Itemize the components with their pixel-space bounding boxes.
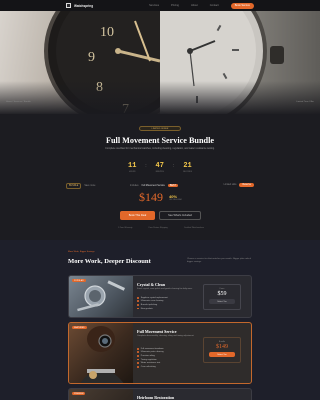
svg-text:10: 10 (100, 25, 114, 40)
countdown-hours-label: HOURS (128, 171, 136, 173)
nav-link-services[interactable]: Services (149, 4, 159, 7)
countdown-minutes-value: 47 (155, 162, 164, 170)
offer-subtitle: Complete overhaul for mechanical watches… (105, 147, 215, 150)
countdown-separator: : (172, 163, 175, 169)
bullet-icon (137, 362, 139, 365)
tier-price: $59 (217, 291, 227, 297)
offer-title: Full Movement Service Bundle (105, 136, 215, 145)
bullet-icon (137, 347, 139, 350)
countdown-timer: 11 HOURS : 47 MINUTES : 21 SECONDS (128, 162, 192, 173)
list-item: New gaskets (137, 307, 168, 311)
trust-item-warranty: 1-Year Warranty (118, 227, 133, 229)
tier-title: Crystal & Clean (137, 282, 165, 287)
countdown-minutes: 47 MINUTES (156, 162, 164, 173)
bullet-icon (137, 296, 139, 299)
tier-badge: PREMIUM (72, 392, 86, 395)
hero-fade-overlay (0, 81, 320, 114)
countdown-hours: 11 HOURS (128, 162, 136, 173)
tiers-section: More Work, Bigger Savings More Work, Dee… (0, 240, 320, 400)
tier-badge: FEATURED (72, 326, 87, 329)
tier-description: Fresh crystal, case polish and gentle cl… (137, 288, 193, 290)
countdown-separator: : (145, 163, 147, 169)
countdown-hours-value: 11 (128, 162, 137, 170)
logo-icon (66, 3, 71, 8)
offer-buttons: Book This Deal See What's Included (120, 211, 201, 220)
tier-features: Sapphire crystal replacement Ultrasonic … (137, 296, 168, 310)
section-description: Choose a service tier that matches your … (187, 258, 251, 263)
tier-price-label: Bundle (218, 341, 226, 343)
watchmaker-illustration (80, 326, 124, 383)
meta-center: Includes Full Movement Service BEST (130, 184, 178, 187)
tier-image-watchmaker (69, 323, 133, 383)
limited-offer-pill: LIMITED OFFER (139, 126, 181, 131)
tools-illustration (77, 280, 126, 312)
offer-section: LIMITED OFFER Full Movement Service Bund… (0, 114, 320, 240)
book-service-button[interactable]: Book Service (230, 2, 254, 9)
tier-features: Full movement teardown Ultrasonic parts … (137, 347, 164, 369)
bullet-icon (137, 358, 139, 361)
breadcrumb[interactable]: Home / Services / Bundle (6, 101, 31, 103)
bundle-tag: BUNDLE (66, 183, 82, 189)
trust-item-certified: Certified Watchmakers (183, 227, 204, 229)
bullet-icon (137, 307, 139, 310)
offer-price: $149 (139, 190, 163, 204)
tier-card-heirloom[interactable]: PREMIUM Heirloom Restoration (68, 388, 252, 400)
offer-meta-row: BUNDLE Save more Includes Full Movement … (66, 182, 254, 190)
section-title: More Work, Deeper Discount (68, 258, 151, 265)
discount-block: 40% OFF REGULAR (169, 194, 182, 201)
tier-price-box: Bundle $149 Select Tier (203, 337, 241, 363)
tier-price: $149 (216, 344, 228, 350)
see-included-button[interactable]: See What's Included (159, 211, 201, 220)
hero-image: 10 9 8 7 (0, 11, 320, 114)
brand[interactable]: Watchspring (66, 3, 93, 8)
nav-links: Services Pricing About Contact (149, 4, 219, 7)
nav-link-pricing[interactable]: Pricing (171, 4, 179, 7)
nav-link-about[interactable]: About (191, 4, 198, 7)
bullet-icon (137, 351, 139, 354)
countdown-seconds: 21 SECONDS (183, 162, 192, 173)
price-row: $149 40% OFF REGULAR (139, 190, 182, 205)
bullet-icon (137, 355, 139, 357)
meta-center-prefix: Includes (130, 184, 139, 187)
svg-text:9: 9 (88, 50, 95, 65)
book-deal-button[interactable]: Book This Deal (120, 211, 155, 220)
tier-title: Heirloom Restoration (137, 395, 175, 400)
tier-price-box: From $59 Select Tier (203, 284, 241, 310)
trust-badges: 1-Year Warranty Free Return Shipping Cer… (118, 227, 204, 229)
meta-right: Limited slots Reserve (224, 183, 254, 187)
tier-card-crystal[interactable]: POPULAR Crystal & Clean Fresh crystal, c… (68, 275, 252, 318)
select-tier-button[interactable]: Select Tier (209, 299, 235, 304)
hero-note: Limited Time Offer (296, 101, 314, 103)
bullet-icon (137, 304, 139, 306)
tier-image-crystal (69, 276, 133, 317)
trust-item-shipping: Free Return Shipping (148, 227, 168, 229)
section-kicker: More Work, Bigger Savings (68, 251, 95, 253)
meta-center-strong: Full Movement Service (141, 184, 165, 187)
bullet-icon (137, 365, 139, 368)
meta-right-text: Limited slots (223, 184, 237, 186)
reserve-button[interactable]: Reserve (239, 183, 254, 187)
tier-price-label: From (219, 288, 225, 290)
countdown-seconds-label: SECONDS (183, 171, 192, 173)
select-tier-button[interactable]: Select Tier (209, 352, 235, 357)
tier-card-full-movement[interactable]: FEATURED Full Movement Service Complete … (68, 322, 252, 384)
brand-name: Watchspring (74, 3, 94, 8)
meta-left-text: Save more (84, 185, 96, 187)
bullet-icon (137, 300, 139, 303)
top-nav: Watchspring Services Pricing About Conta… (0, 0, 320, 11)
best-badge: BEST (167, 184, 178, 187)
tier-badge: POPULAR (72, 279, 86, 282)
nav-link-contact[interactable]: Contact (210, 4, 219, 7)
countdown-minutes-label: MINUTES (155, 171, 164, 173)
meta-left: BUNDLE Save more (66, 183, 95, 189)
list-item: Case refinishing (137, 365, 164, 369)
tier-title: Full Movement Service (137, 329, 177, 334)
discount-note: OFF REGULAR (169, 199, 182, 201)
tier-description: Complete disassembly, cleaning, oiling a… (137, 335, 195, 337)
countdown-seconds-value: 21 (183, 162, 192, 170)
